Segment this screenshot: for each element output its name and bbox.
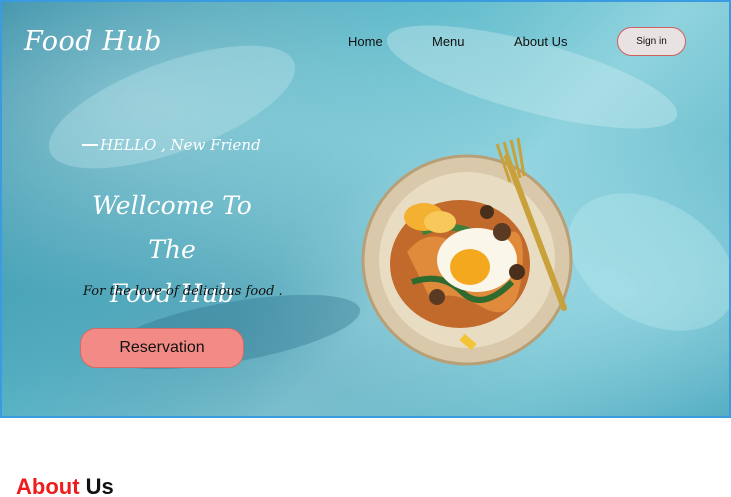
logo[interactable]: Food Hub (24, 26, 162, 57)
about-heading-black: Us (85, 474, 114, 497)
food-plate-image (361, 137, 573, 366)
about-us-heading: About Us (16, 474, 114, 497)
dash-decoration (82, 144, 98, 146)
nav-home[interactable]: Home (348, 34, 383, 49)
nav-about-us[interactable]: About Us (514, 34, 567, 49)
nav-menu[interactable]: Menu (432, 34, 465, 49)
sign-in-button[interactable]: Sign in (617, 27, 686, 56)
about-heading-red: About (16, 474, 80, 497)
reservation-button[interactable]: Reservation (80, 328, 244, 368)
hero-title-line1: Wellcome To The (92, 191, 252, 264)
hero-section: Food Hub Home Menu About Us Sign in HELL… (0, 0, 731, 418)
hero-tagline: For the love of delicious food . (83, 284, 283, 299)
hero-greeting: HELLO , New Friend (82, 136, 261, 154)
greeting-text: HELLO , New Friend (100, 136, 261, 154)
